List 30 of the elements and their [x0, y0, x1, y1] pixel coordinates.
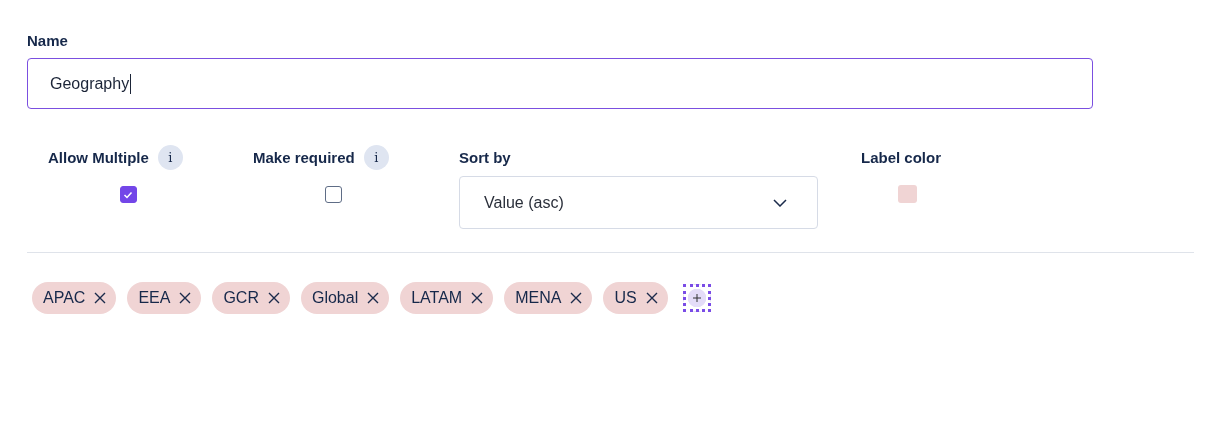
close-icon[interactable] — [570, 292, 583, 304]
tag-label: EEA — [138, 289, 171, 307]
plus-icon — [692, 294, 701, 302]
option-label: Allow Multiple — [48, 148, 149, 166]
tag-label: APAC — [43, 289, 86, 307]
close-icon[interactable] — [471, 292, 484, 304]
color-swatch[interactable] — [897, 185, 917, 203]
tag-label: Global — [311, 289, 359, 307]
tag-label: MENA — [515, 289, 562, 307]
checkbox[interactable] — [119, 186, 137, 203]
sort-dropdown[interactable]: Value (asc) — [459, 176, 818, 229]
checkbox[interactable] — [324, 186, 342, 203]
name-field[interactable]: Geography — [27, 58, 1093, 109]
chevron-down-icon — [773, 198, 787, 207]
tag-label: LATAM — [411, 289, 463, 307]
option-label: Sort by — [459, 148, 511, 166]
close-icon[interactable] — [367, 292, 380, 304]
info-icon[interactable]: i — [157, 144, 183, 170]
option-label: Make required — [253, 148, 355, 166]
add-button[interactable] — [682, 284, 711, 312]
tag-label: GCR — [223, 289, 259, 307]
info-icon[interactable]: i — [363, 144, 389, 170]
close-icon[interactable] — [179, 292, 192, 304]
field-label: Name — [27, 32, 69, 49]
check-icon — [123, 190, 133, 199]
option-label: Label color — [861, 148, 942, 166]
close-icon[interactable] — [645, 292, 658, 304]
close-icon[interactable] — [267, 292, 280, 304]
close-icon[interactable] — [94, 292, 107, 304]
tag-label: US — [614, 289, 637, 307]
